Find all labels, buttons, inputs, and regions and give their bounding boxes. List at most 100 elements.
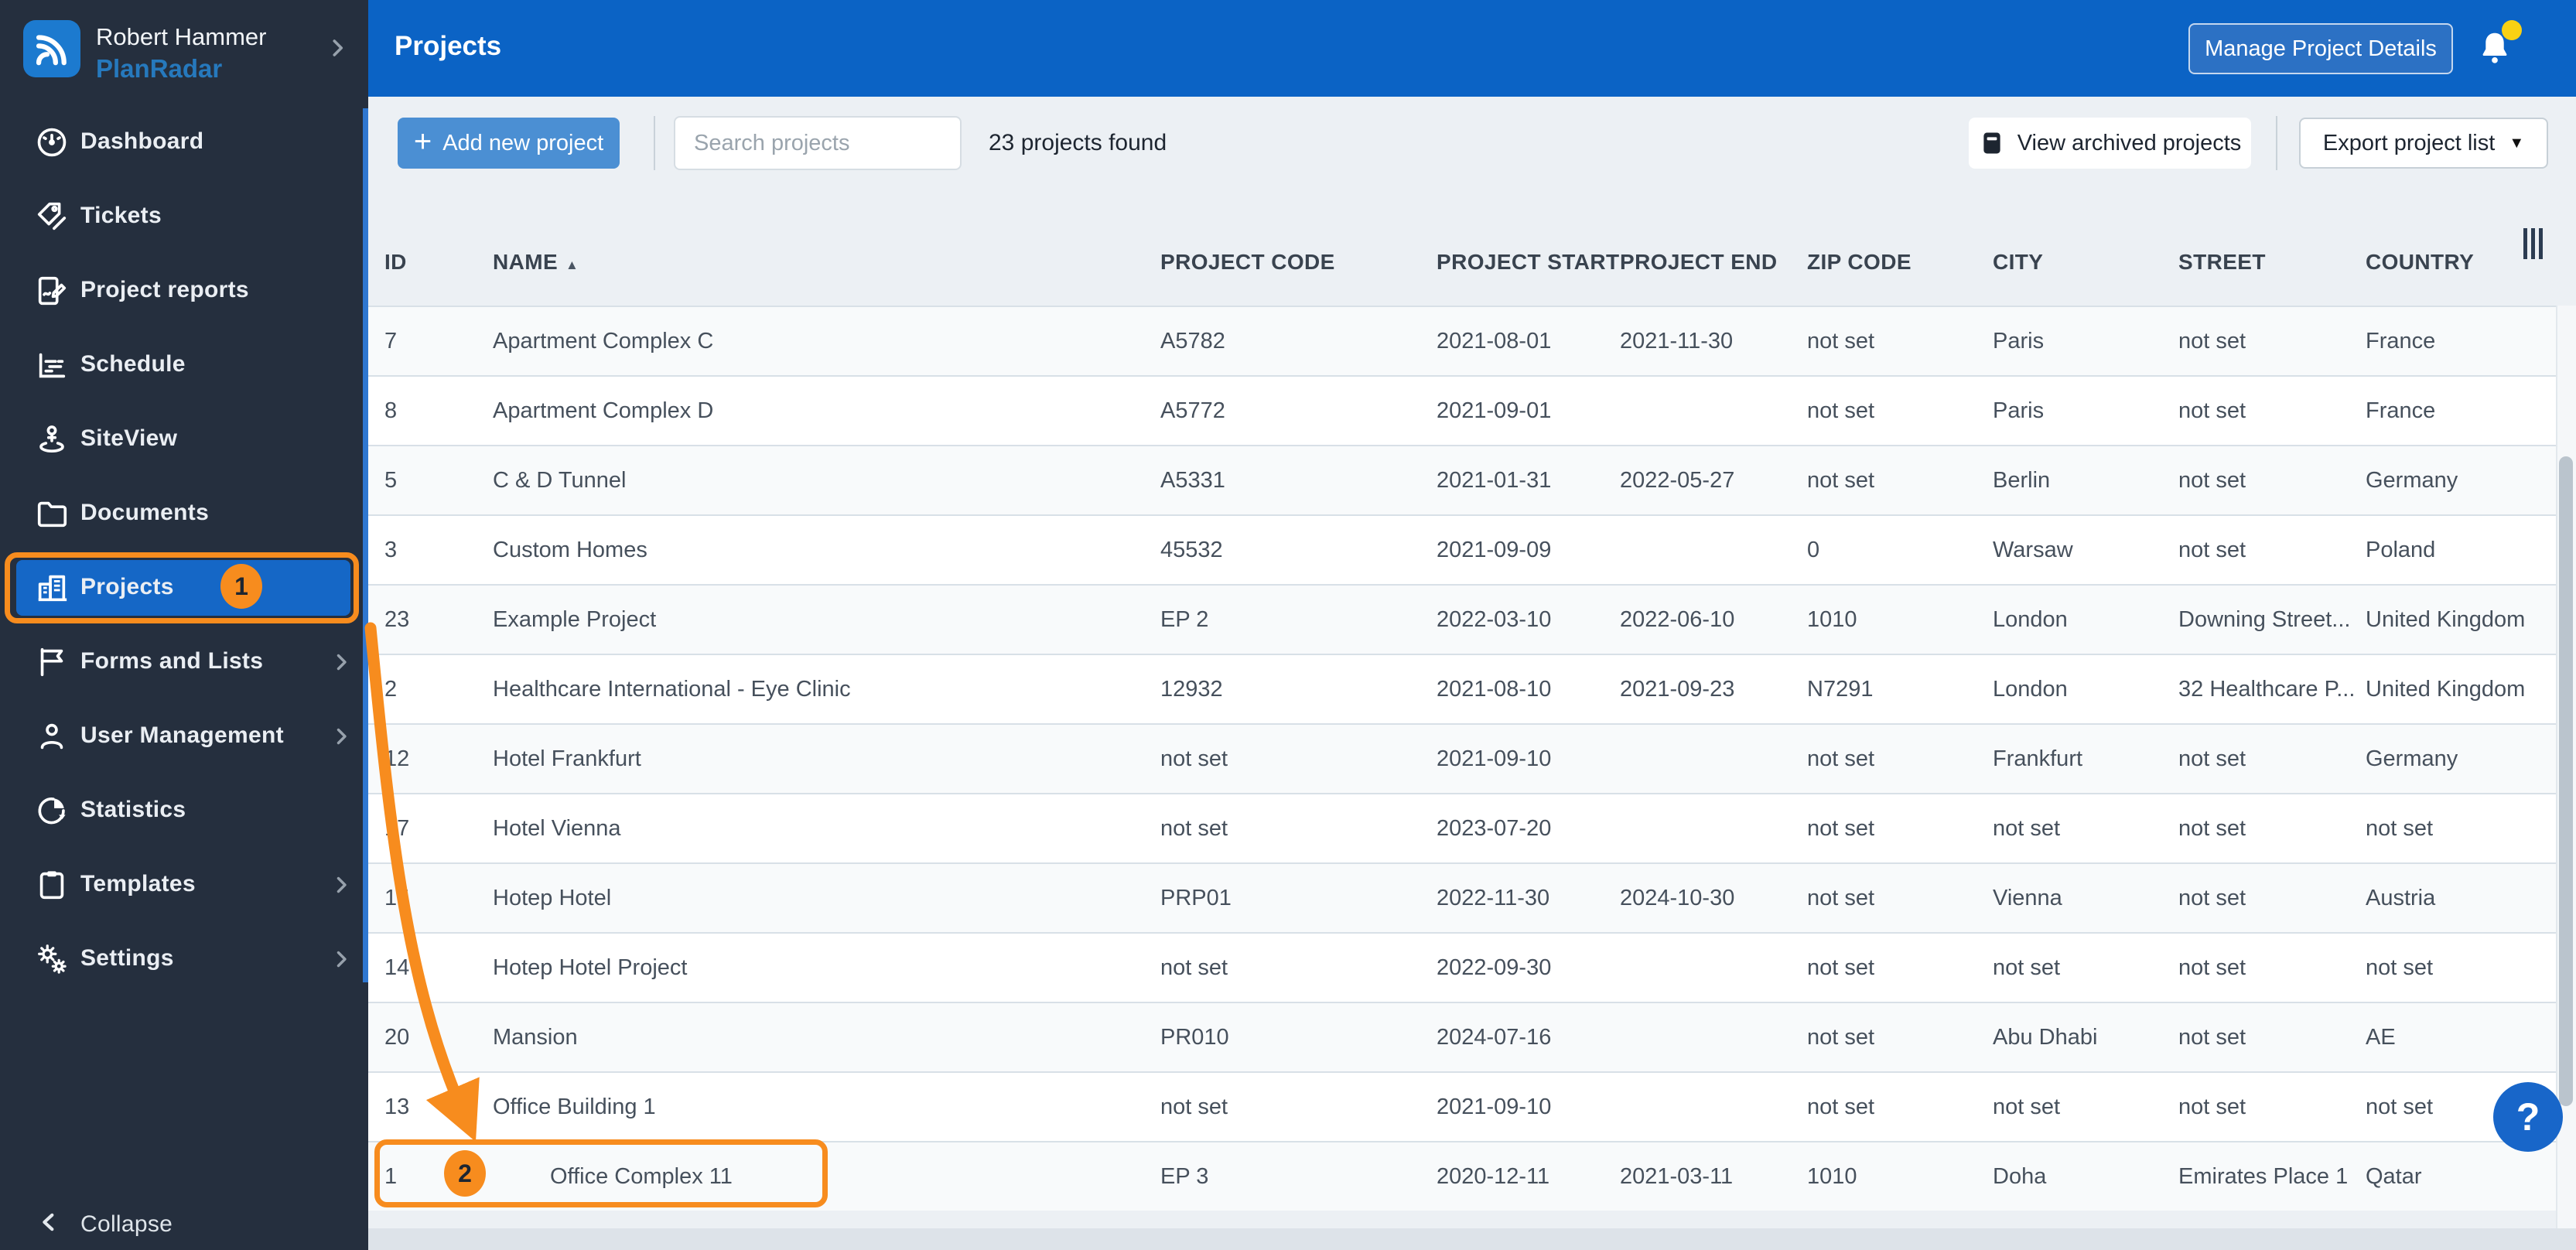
sidebar: Robert Hammer PlanRadar Dashboard Ticket… xyxy=(0,0,368,1250)
column-header-project-code[interactable]: PROJECT CODE xyxy=(1160,250,1437,275)
buildings-icon xyxy=(34,570,70,606)
table-row[interactable]: 15 Hotep Hotel PRP01 2022-11-30 2024-10-… xyxy=(368,862,2576,932)
cell-name: Custom Homes xyxy=(493,537,647,562)
cell-id: 20 xyxy=(384,1024,410,1050)
sidebar-item-schedule[interactable]: Schedule xyxy=(0,329,368,403)
cell-project-start: 2023-07-20 xyxy=(1437,815,1552,841)
report-icon xyxy=(34,273,70,309)
table-row[interactable]: 17 Hotel Vienna not set 2023-07-20 not s… xyxy=(368,793,2576,862)
table-row[interactable]: 3 Custom Homes 45532 2021-09-09 0 Warsaw… xyxy=(368,514,2576,584)
cell-project-code: A5331 xyxy=(1160,467,1225,493)
cell-name: Apartment Complex D xyxy=(493,398,714,423)
table-row[interactable]: 23 Example Project EP 2 2022-03-10 2022-… xyxy=(368,584,2576,654)
cell-zip-code: not set xyxy=(1807,1094,1875,1119)
cell-id: 8 xyxy=(384,398,398,423)
main-content: Projects Manage Project Details + Add ne… xyxy=(368,0,2576,1250)
cell-name: Hotel Frankfurt xyxy=(493,746,641,771)
chevron-down-icon: ▼ xyxy=(2509,134,2525,152)
column-settings-icon[interactable] xyxy=(2523,228,2550,262)
toolbar: + Add new project 23 projects found View… xyxy=(368,97,2576,219)
sidebar-collapse-button[interactable]: Collapse xyxy=(0,1191,368,1250)
tag-icon xyxy=(34,199,70,234)
sidebar-item-label: Dashboard xyxy=(80,128,204,154)
column-header-project-end[interactable]: PROJECT END xyxy=(1620,250,1807,275)
table-body: 7 Apartment Complex C A5782 2021-08-01 2… xyxy=(368,306,2576,1211)
help-button[interactable]: ? xyxy=(2493,1082,2563,1152)
column-header-city[interactable]: CITY xyxy=(1993,250,2178,275)
person-icon xyxy=(34,719,70,754)
sidebar-item-label: Settings xyxy=(80,945,174,971)
sidebar-item-label: Project reports xyxy=(80,277,249,302)
cell-project-code: not set xyxy=(1160,1094,1228,1119)
chevron-right-icon xyxy=(328,946,354,976)
cell-name: Hotep Hotel xyxy=(493,885,612,910)
sidebar-item-settings[interactable]: Settings xyxy=(0,923,368,997)
table-row[interactable]: 12 Hotel Frankfurt not set 2021-09-10 no… xyxy=(368,723,2576,793)
cell-city: not set xyxy=(1993,815,2061,841)
cell-street: Emirates Place 1 xyxy=(2178,1163,2349,1189)
cell-name: Mansion xyxy=(493,1024,578,1050)
sidebar-item-templates[interactable]: Templates xyxy=(0,849,368,923)
table-scrollbar-thumb[interactable] xyxy=(2559,456,2573,1106)
sidebar-item-tickets[interactable]: Tickets xyxy=(0,180,368,254)
cell-project-start: 2021-09-01 xyxy=(1437,398,1552,423)
table-row[interactable]: 1 Office Complex 11 EP 3 2020-12-11 2021… xyxy=(368,1141,2576,1211)
column-header-zip-code[interactable]: ZIP CODE xyxy=(1807,250,1993,275)
cell-project-start: 2024-07-16 xyxy=(1437,1024,1552,1050)
cell-project-start: 2022-03-10 xyxy=(1437,606,1552,632)
table-row[interactable]: 20 Mansion PR010 2024-07-16 not set Abu … xyxy=(368,1002,2576,1071)
sidebar-item-user-management[interactable]: User Management xyxy=(0,700,368,774)
view-archived-projects-button[interactable]: View archived projects xyxy=(1969,118,2251,169)
cell-project-code: 45532 xyxy=(1160,537,1223,562)
sidebar-item-project-reports[interactable]: Project reports xyxy=(0,254,368,329)
sidebar-item-documents[interactable]: Documents xyxy=(0,477,368,552)
sidebar-item-siteview[interactable]: SiteView xyxy=(0,403,368,477)
cell-city: Warsaw xyxy=(1993,537,2073,562)
manage-project-details-button[interactable]: Manage Project Details xyxy=(2188,23,2453,74)
sidebar-item-forms-and-lists[interactable]: Forms and Lists xyxy=(0,626,368,700)
cell-project-code: PRP01 xyxy=(1160,885,1232,910)
cell-country: Poland xyxy=(2366,537,2436,562)
sidebar-item-label: User Management xyxy=(80,722,284,748)
cell-project-start: 2022-09-30 xyxy=(1437,955,1552,980)
cell-city: London xyxy=(1993,676,2068,702)
toolbar-divider xyxy=(2276,116,2277,170)
chevron-left-icon xyxy=(34,1207,70,1242)
account-switcher[interactable]: Robert Hammer PlanRadar xyxy=(0,0,368,97)
sidebar-item-projects[interactable]: Projects xyxy=(0,552,368,626)
cell-project-start: 2021-01-31 xyxy=(1437,467,1552,493)
chevron-right-icon xyxy=(323,34,351,66)
export-project-list-button[interactable]: Export project list ▼ xyxy=(2299,118,2548,169)
sidebar-item-statistics[interactable]: Statistics xyxy=(0,774,368,849)
cell-city: Paris xyxy=(1993,398,2045,423)
column-header-name[interactable]: NAME ▲ xyxy=(493,250,1160,275)
notification-dot xyxy=(2502,20,2522,40)
table-row[interactable]: 7 Apartment Complex C A5782 2021-08-01 2… xyxy=(368,306,2576,375)
search-projects-input[interactable] xyxy=(674,116,962,170)
column-header-id[interactable]: ID xyxy=(384,250,493,275)
cell-id: 12 xyxy=(384,746,410,771)
planradar-logo xyxy=(23,20,80,77)
table-row[interactable]: 2 Healthcare International - Eye Clinic … xyxy=(368,654,2576,723)
table-row[interactable]: 8 Apartment Complex D A5772 2021-09-01 n… xyxy=(368,375,2576,445)
sidebar-item-dashboard[interactable]: Dashboard xyxy=(0,106,368,180)
cell-street: Downing Street... xyxy=(2178,606,2351,632)
flag-icon xyxy=(34,644,70,680)
cell-project-code: not set xyxy=(1160,815,1228,841)
cell-city: Doha xyxy=(1993,1163,2047,1189)
column-header-project-start[interactable]: PROJECT START xyxy=(1437,250,1620,275)
cell-id: 5 xyxy=(384,467,398,493)
add-new-project-button[interactable]: + Add new project xyxy=(398,118,620,169)
table-row[interactable]: 5 C & D Tunnel A5331 2021-01-31 2022-05-… xyxy=(368,445,2576,514)
brand-name: PlanRadar xyxy=(96,54,223,83)
table-row[interactable]: 14 Hotep Hotel Project not set 2022-09-3… xyxy=(368,932,2576,1002)
cell-street: not set xyxy=(2178,328,2246,353)
cell-project-code: not set xyxy=(1160,746,1228,771)
column-header-street[interactable]: STREET xyxy=(2178,250,2366,275)
table-row[interactable]: 13 Office Building 1 not set 2021-09-10 … xyxy=(368,1071,2576,1141)
horizontal-scroll-strip[interactable] xyxy=(368,1228,2576,1250)
sidebar-scrollbar[interactable] xyxy=(363,108,368,982)
toolbar-divider xyxy=(654,116,655,170)
plus-icon: + xyxy=(413,124,432,159)
cell-project-end: 2024-10-30 xyxy=(1620,885,1735,910)
